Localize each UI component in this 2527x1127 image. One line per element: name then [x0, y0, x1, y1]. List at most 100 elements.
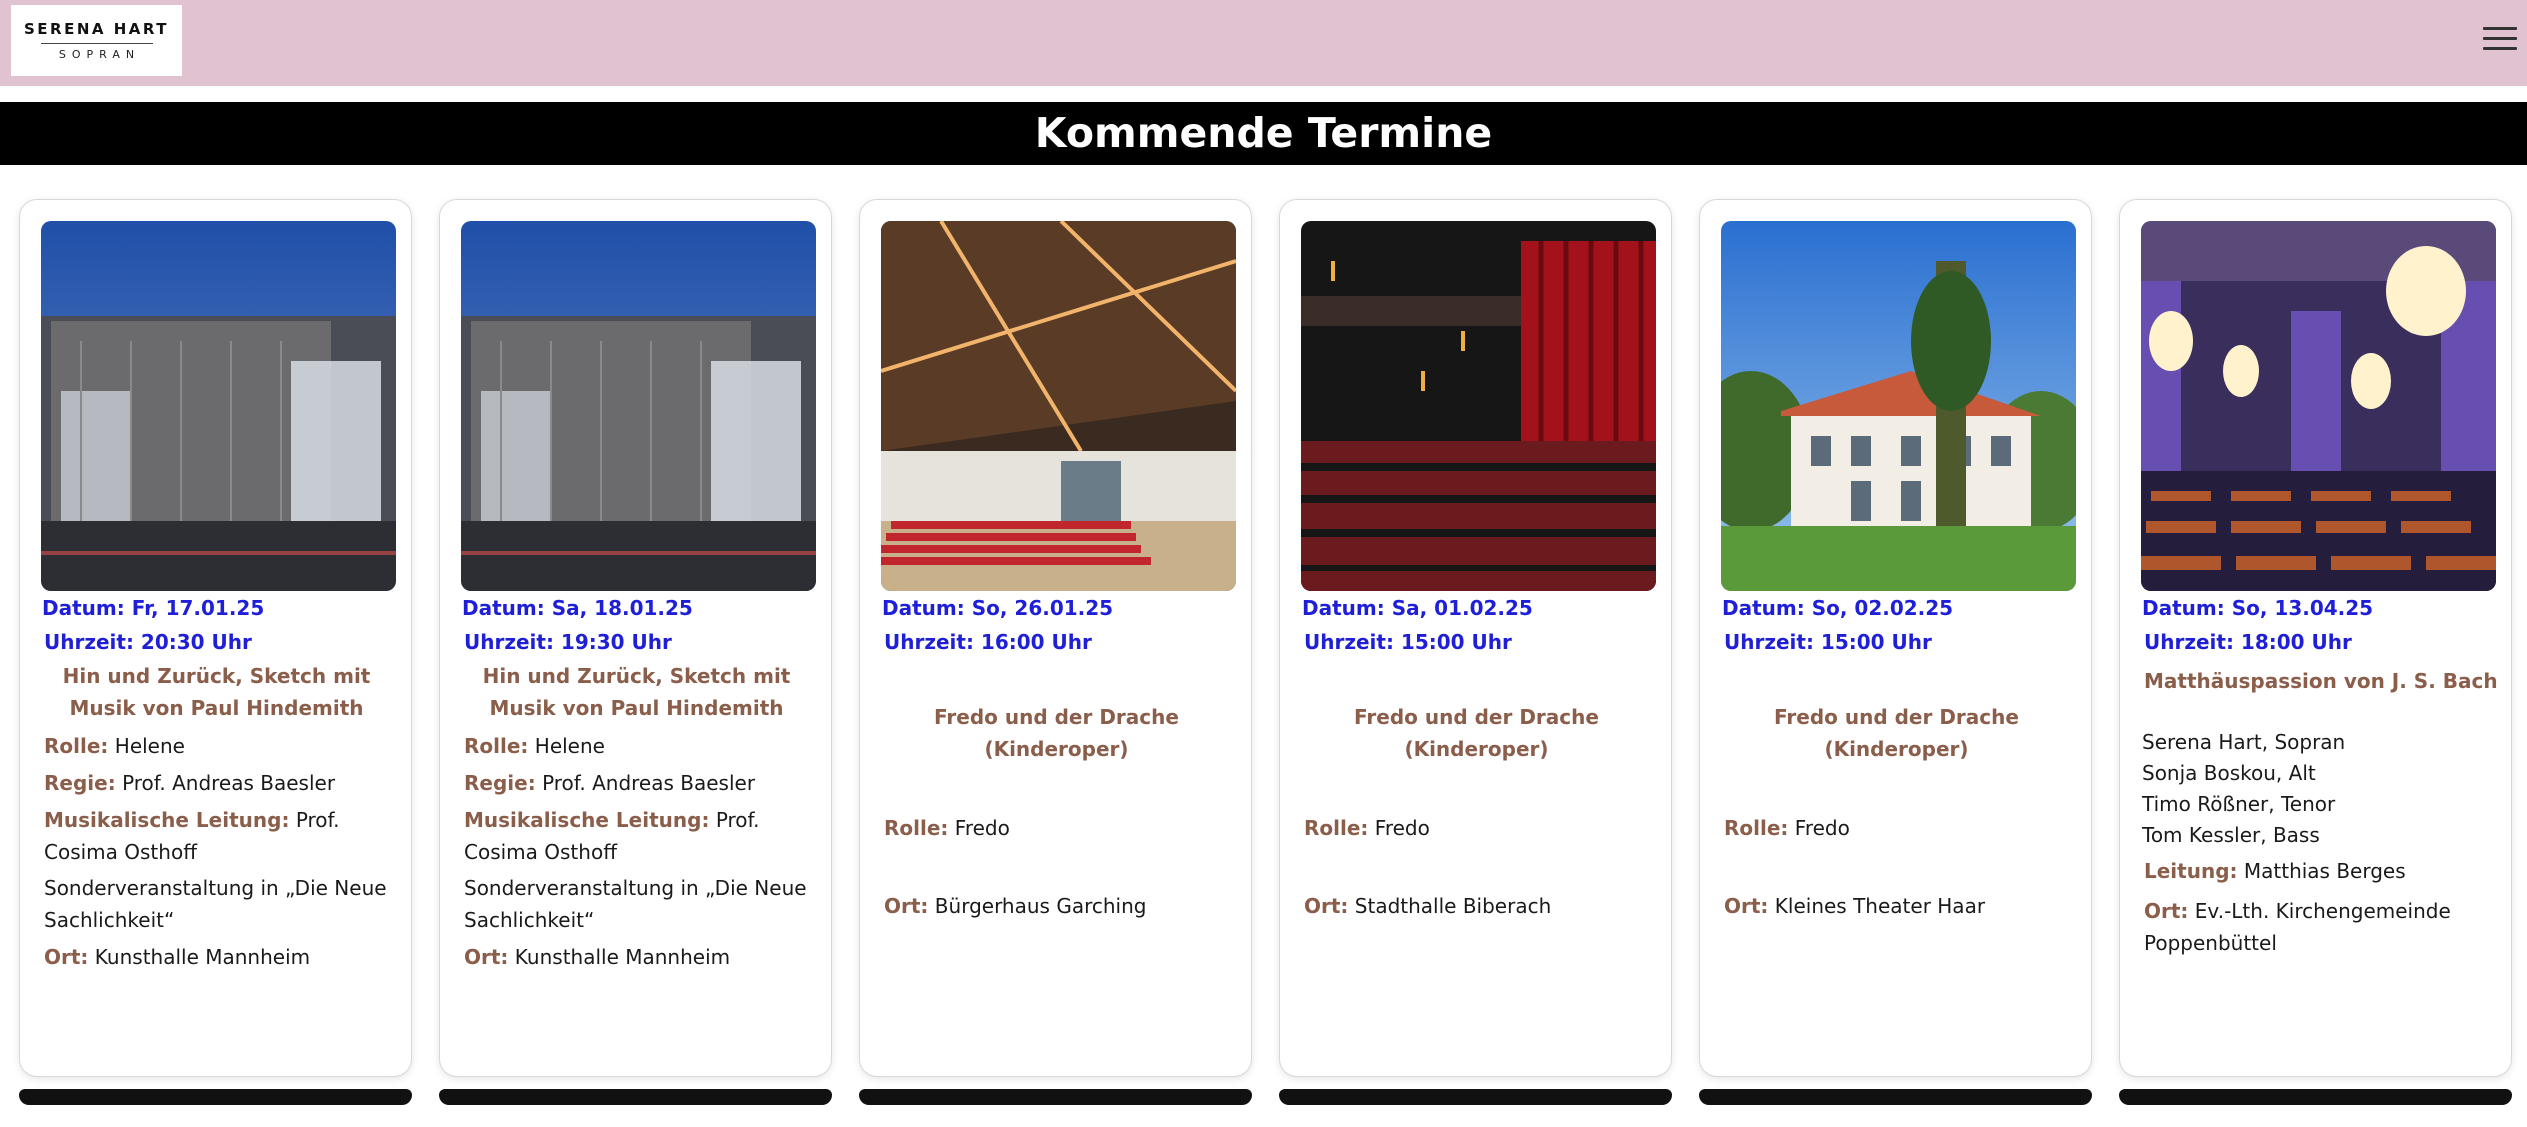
- event-photo: [461, 221, 816, 591]
- event-time: Uhrzeit: 18:00 Uhr: [2144, 630, 2352, 654]
- venue-label: Ort:: [884, 894, 929, 918]
- event-photo: [2141, 221, 2496, 591]
- role-value: Helene: [114, 734, 185, 758]
- card-footer-bar: [1279, 1089, 1672, 1105]
- event-card: Datum: Fr, 17.01.25 Uhrzeit: 20:30 Uhr H…: [19, 199, 412, 1077]
- event-time: Uhrzeit: 15:00 Uhr: [1724, 630, 1932, 654]
- event-venue: Ort: Ev.-Lth. Kirchengemeinde Poppenbütt…: [2144, 895, 2489, 959]
- role-label: Rolle:: [1724, 816, 1789, 840]
- cast-member: Tom Kessler, Bass: [2142, 823, 2320, 847]
- event-venue: Ort: Kunsthalle Mannheim: [464, 941, 809, 973]
- event-title: Hin und Zurück, Sketch mit Musik von Pau…: [62, 664, 371, 720]
- role-label: Rolle:: [44, 734, 109, 758]
- lead-label: Leitung:: [2144, 859, 2238, 883]
- card-footer-bar: [1699, 1089, 2092, 1105]
- event-role: Rolle: Fredo: [1304, 812, 1649, 844]
- direction-value: Prof. Andreas Baesler: [122, 771, 336, 795]
- event-role: Rolle: Helene: [464, 730, 809, 762]
- event-venue: Ort: Bürgerhaus Garching: [884, 890, 1229, 922]
- concert-hall-exterior-image: [41, 221, 396, 591]
- role-value: Helene: [534, 734, 605, 758]
- event-title: Matthäuspassion von J. S. Bach: [2144, 669, 2498, 693]
- music-label: Musikalische Leitung:: [44, 808, 290, 832]
- card-footer-bar: [439, 1089, 832, 1105]
- event-photo: [881, 221, 1236, 591]
- event-card: Datum: So, 26.01.25 Uhrzeit: 16:00 Uhr F…: [859, 199, 1252, 1077]
- baroque-hall-image: [2141, 221, 2496, 591]
- event-date: Datum: So, 26.01.25: [882, 596, 1114, 620]
- event-title: Hin und Zurück, Sketch mit Musik von Pau…: [482, 664, 791, 720]
- lead-value: Matthias Berges: [2243, 859, 2406, 883]
- role-value: Fredo: [1374, 816, 1430, 840]
- venue-value: Kunsthalle Mannheim: [94, 945, 311, 969]
- venue-value: Stadthalle Biberach: [1354, 894, 1552, 918]
- site-logo[interactable]: SERENA HART SOPRAN: [11, 5, 182, 76]
- venue-value: Ev.-Lth. Kirchengemeinde Poppenbüttel: [2144, 899, 2451, 955]
- venue-value: Kleines Theater Haar: [1774, 894, 1986, 918]
- event-direction: Regie: Prof. Andreas Baesler: [44, 767, 389, 799]
- event-date: Datum: So, 13.04.25: [2142, 596, 2374, 620]
- concert-hall-exterior-image: [461, 221, 816, 591]
- event-role: Rolle: Fredo: [884, 812, 1229, 844]
- event-card: Datum: Sa, 01.02.25 Uhrzeit: 15:00 Uhr F…: [1279, 199, 1672, 1077]
- role-label: Rolle:: [884, 816, 949, 840]
- venue-label: Ort:: [1724, 894, 1769, 918]
- direction-value: Prof. Andreas Baesler: [542, 771, 756, 795]
- hamburger-icon[interactable]: [2483, 24, 2517, 54]
- event-card: Datum: Sa, 18.01.25 Uhrzeit: 19:30 Uhr H…: [439, 199, 832, 1077]
- logo-divider: [40, 43, 153, 44]
- event-card: Datum: So, 02.02.25 Uhrzeit: 15:00 Uhr F…: [1699, 199, 2092, 1077]
- wooden-roof-hall-image: [881, 221, 1236, 591]
- venue-label: Ort:: [464, 945, 509, 969]
- event-lead: Leitung: Matthias Berges: [2144, 855, 2489, 887]
- logo-name: SERENA HART: [23, 20, 169, 38]
- event-title: Fredo und der Drache (Kinderoper): [1774, 705, 2019, 761]
- event-role: Rolle: Fredo: [1724, 812, 2069, 844]
- event-time: Uhrzeit: 15:00 Uhr: [1304, 630, 1512, 654]
- card-footer-bar: [859, 1089, 1252, 1105]
- event-time: Uhrzeit: 16:00 Uhr: [884, 630, 1092, 654]
- event-venue: Ort: Kunsthalle Mannheim: [44, 941, 389, 973]
- event-role: Rolle: Helene: [44, 730, 389, 762]
- event-music-lead: Musikalische Leitung: Prof. Cosima Ostho…: [464, 804, 809, 868]
- event-direction: Regie: Prof. Andreas Baesler: [464, 767, 809, 799]
- event-title: Fredo und der Drache (Kinderoper): [1354, 705, 1599, 761]
- role-value: Fredo: [1794, 816, 1850, 840]
- site-header: SERENA HART SOPRAN: [0, 0, 2527, 86]
- venue-label: Ort:: [2144, 899, 2189, 923]
- event-card: Datum: So, 13.04.25 Uhrzeit: 18:00 Uhr M…: [2119, 199, 2512, 1077]
- cast-member: Serena Hart, Sopran: [2142, 730, 2346, 754]
- cast-member: Timo Rößner, Tenor: [2142, 792, 2336, 816]
- villa-theatre-image: [1721, 221, 2076, 591]
- event-note: Sonderveranstaltung in „Die Neue Sachlic…: [464, 876, 807, 932]
- event-date: Datum: Sa, 18.01.25: [462, 596, 693, 620]
- event-photo: [41, 221, 396, 591]
- event-date: Datum: Fr, 17.01.25: [42, 596, 265, 620]
- theatre-auditorium-image: [1301, 221, 1656, 591]
- venue-label: Ort:: [1304, 894, 1349, 918]
- event-title: Fredo und der Drache (Kinderoper): [934, 705, 1179, 761]
- card-footer-bar: [19, 1089, 412, 1105]
- card-footer-bar: [2119, 1089, 2512, 1105]
- direction-label: Regie:: [464, 771, 536, 795]
- event-venue: Ort: Stadthalle Biberach: [1304, 890, 1649, 922]
- role-label: Rolle:: [1304, 816, 1369, 840]
- event-date: Datum: Sa, 01.02.25: [1302, 596, 1533, 620]
- direction-label: Regie:: [44, 771, 116, 795]
- event-music-lead: Musikalische Leitung: Prof. Cosima Ostho…: [44, 804, 389, 868]
- event-time: Uhrzeit: 20:30 Uhr: [44, 630, 252, 654]
- role-value: Fredo: [954, 816, 1010, 840]
- role-label: Rolle:: [464, 734, 529, 758]
- section-title: Kommende Termine: [0, 102, 2527, 165]
- venue-value: Kunsthalle Mannheim: [514, 945, 731, 969]
- event-photo: [1721, 221, 2076, 591]
- cast-member: Sonja Boskou, Alt: [2142, 761, 2316, 785]
- music-label: Musikalische Leitung:: [464, 808, 710, 832]
- event-note: Sonderveranstaltung in „Die Neue Sachlic…: [44, 876, 387, 932]
- event-time: Uhrzeit: 19:30 Uhr: [464, 630, 672, 654]
- logo-subtitle: SOPRAN: [58, 48, 141, 61]
- venue-value: Bürgerhaus Garching: [934, 894, 1147, 918]
- venue-label: Ort:: [44, 945, 89, 969]
- event-venue: Ort: Kleines Theater Haar: [1724, 890, 2069, 922]
- event-date: Datum: So, 02.02.25: [1722, 596, 1954, 620]
